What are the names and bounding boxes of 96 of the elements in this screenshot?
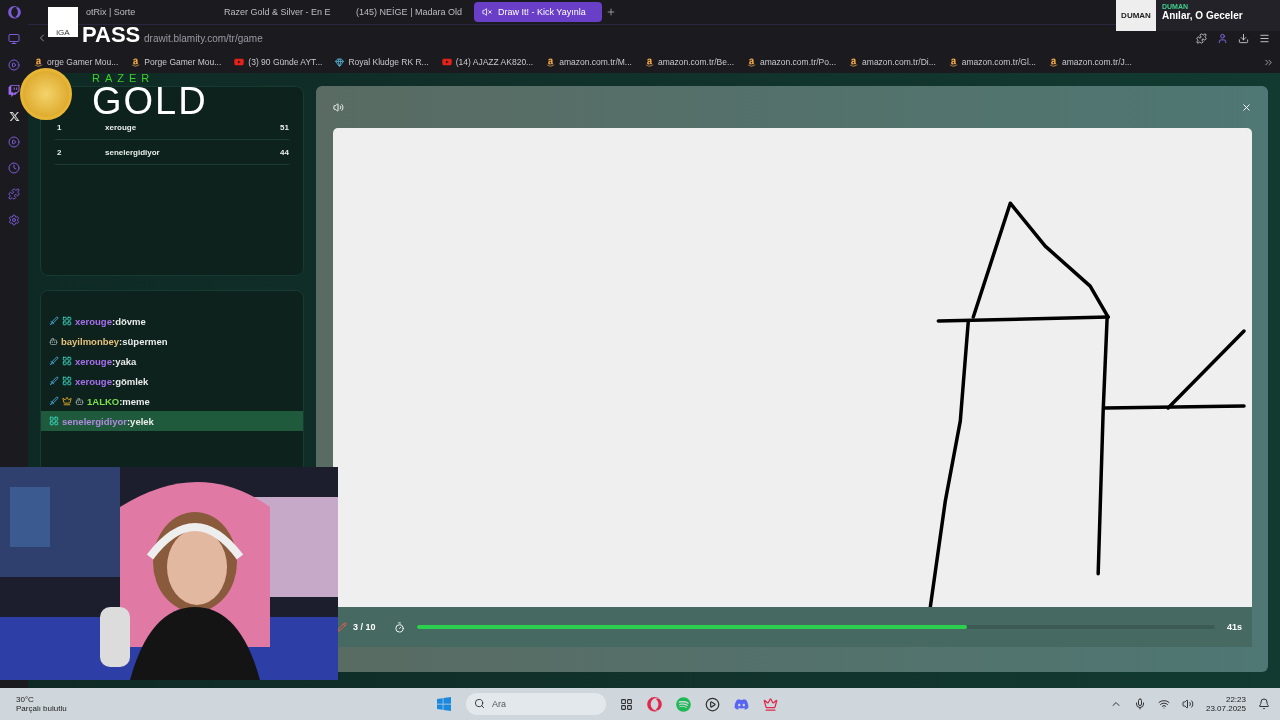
monitor-icon[interactable] [8,33,20,45]
grid-badge-icon [62,356,72,366]
new-tab-icon[interactable] [606,7,616,17]
youtube-icon [234,57,245,67]
chat-username: xerouge [75,315,112,327]
muted-speaker-icon [482,7,492,17]
weather-text: Parçalı bulutlu [16,704,68,713]
youtube-icon [441,57,452,67]
bookmark[interactable]: amazon.com.tr/Po... [747,57,837,67]
pass-logo-text: PASS [82,22,141,48]
bookmark[interactable]: Porge Gamer Mou... [131,57,222,67]
bookmark[interactable]: orge Gamer Mou... [34,57,119,67]
logo-title: GOLD [92,83,208,119]
pass-logo-box: iGA [48,7,78,37]
time-left: 41s [1226,622,1242,632]
chat-text: :yaka [111,355,137,367]
grid-badge-icon [62,376,72,386]
sword-icon [49,316,59,326]
score: 51 [280,122,289,132]
sword-icon [49,376,59,386]
network-icon[interactable] [1157,698,1170,710]
clock-icon[interactable] [8,162,20,174]
notification-icon[interactable] [1258,698,1270,710]
round-counter: 3 / 10 [353,622,376,632]
browser-tab[interactable]: otRix | Sorte [78,2,206,22]
chat-username: xerouge [75,355,112,367]
sword-icon [49,396,59,406]
close-icon[interactable] [1241,101,1252,113]
bookmark[interactable]: Royal Kludge RK R... [335,57,429,67]
twitch-icon[interactable] [8,85,20,97]
search-field[interactable]: Ara [466,693,606,715]
player-name: senelergidiyor [105,147,161,157]
player-name: xerouge [105,122,138,132]
chat-username: xerouge [75,375,112,387]
amazon-icon [849,57,859,67]
amazon-icon [747,57,756,67]
chat-text: :süpermen [119,335,168,347]
grid-badge-icon [62,316,72,326]
bookmark[interactable]: (3) 90 Günde AYT... [234,57,323,67]
amazon-icon [1048,57,1058,67]
timer-icon [393,621,405,633]
speaker-icon[interactable] [333,101,344,113]
opera-icon[interactable] [647,696,662,712]
album-cover: DUMAN [1116,0,1156,31]
discord-icon[interactable] [734,696,749,712]
browser-tab[interactable]: Razer Gold & Silver - En E [210,2,338,22]
browser-tab[interactable]: Draw It! - Kick Yayınla [474,2,602,22]
x-icon[interactable] [8,111,20,122]
chat-text: :dövme [111,315,146,327]
bookmark[interactable]: amazon.com.tr/Gl... [948,57,1036,67]
settings-icon[interactable] [8,214,20,226]
chat-text: :yelek [126,415,154,427]
robot-icon [75,396,84,406]
chat-text: :gömlek [111,375,149,387]
amazon-icon [644,57,654,67]
search-icon [474,698,485,709]
crown-icon [62,396,72,406]
chat-username: senelergidiyor [62,415,127,427]
chat-username: 1ALKO [87,395,120,407]
task-view-icon[interactable] [620,697,633,711]
pencil-icon [337,622,347,632]
amazon-icon [546,57,556,67]
address-field[interactable]: drawit.blamity.com/tr/game [144,32,263,44]
volume-icon[interactable] [1181,698,1194,710]
robot-icon [49,336,58,346]
rank: 2 [56,147,63,157]
browser-tab[interactable]: (145) NEİGE | Madara Old [342,2,470,22]
bookmark[interactable]: amazon.com.tr/Be... [644,57,734,67]
profile-icon[interactable] [1217,33,1228,44]
menu-icon[interactable] [1259,33,1270,44]
rank: 1 [56,122,63,132]
amazon-icon [34,57,43,67]
play-icon[interactable] [8,59,20,71]
grid-badge-icon [49,416,59,426]
temperature: 30°C [16,695,35,704]
song-title: Anılar, O Geceler [1162,10,1243,21]
microphone-icon[interactable] [1133,698,1146,710]
amazon-icon [948,57,958,67]
bookmark[interactable]: (14) AJAZZ AK820... [441,57,534,67]
start-icon[interactable] [436,696,452,712]
browser-logo-icon[interactable] [7,6,21,19]
sword-icon [49,356,59,366]
bookmark[interactable]: amazon.com.tr/J... [1048,57,1132,67]
amazon-icon [131,57,141,67]
download-icon[interactable] [1238,33,1249,44]
chat-username: bayilmonbey [61,335,120,347]
puzzle-icon[interactable] [8,188,20,200]
play-icon[interactable] [8,136,20,148]
bookmark[interactable]: amazon.com.tr/M... [546,57,632,67]
score: 44 [280,147,289,157]
extensions-icon[interactable] [1196,33,1207,44]
diamond-icon [335,57,345,67]
brand-text: RAZER [92,72,155,84]
clock[interactable]: 22:23 23.07.2025 [1205,695,1246,713]
bookmark[interactable]: amazon.com.tr/Di... [849,57,936,67]
chat-text: :meme [119,395,150,407]
